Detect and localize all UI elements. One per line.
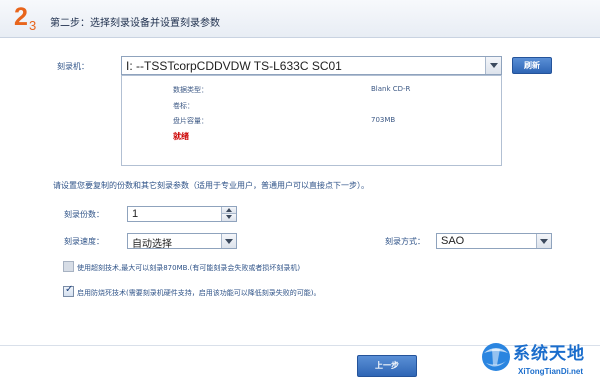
page-title: 第二步：选择刻录设备并设置刻录参数 xyxy=(50,18,220,29)
burnproof-option-text: 启用防烧死技术(需要刻录机硬件支持，启用该功能可以降低刻录失败的可能)。 xyxy=(77,289,321,297)
watermark-subtitle: XiTongTianDi.net xyxy=(518,367,584,376)
speed-select-value: 自动选择 xyxy=(132,239,172,250)
data-type-label: 数据类型： xyxy=(173,86,208,94)
method-select-value: SAO xyxy=(441,235,465,247)
copies-value: 1 xyxy=(132,208,139,220)
capacity-label: 盘片容量： xyxy=(173,117,208,125)
overburn-option-text: 使用超刻技术,最大可以刻录870MB.(有可能刻录会失败或者损坏刻录机) xyxy=(77,264,301,272)
watermark-logo: 系统天地 XiTongTianDi.net xyxy=(478,335,600,386)
globe-icon xyxy=(482,343,510,371)
volume-label-label: 卷标： xyxy=(173,102,194,110)
capacity-value: 703MB xyxy=(371,116,396,124)
burner-select[interactable]: I: --TSSTcorpCDDVDW TS-L633C SC01 xyxy=(121,56,502,75)
copies-stepper[interactable]: 1 xyxy=(127,206,237,222)
speed-select[interactable]: 自动选择 xyxy=(127,233,237,250)
burnproof-checkbox[interactable] xyxy=(63,284,74,297)
burner-select-value: I: --TSSTcorpCDDVDW TS-L633C SC01 xyxy=(126,59,342,73)
instruction-note: 请设置您要复制的份数和其它刻录参数（适用于专业用户，普通用户可以直接点下一步）。 xyxy=(53,181,369,190)
watermark-title: 系统天地 xyxy=(513,344,585,364)
chevron-down-icon[interactable] xyxy=(221,234,236,248)
step-total-number: 3 xyxy=(29,18,37,33)
data-type-value: Blank CD-R xyxy=(371,85,411,93)
decrement-icon[interactable] xyxy=(221,214,236,221)
disc-status: 就绪 xyxy=(173,132,189,141)
method-label: 刻录方式： xyxy=(385,237,425,246)
method-select[interactable]: SAO xyxy=(436,233,552,249)
increment-icon[interactable] xyxy=(221,207,236,214)
speed-label: 刻录速度： xyxy=(64,237,104,246)
refresh-button[interactable]: 刷新 xyxy=(512,57,552,74)
burner-label: 刻录机： xyxy=(57,62,89,71)
previous-button[interactable]: 上一步 xyxy=(357,355,417,377)
wizard-header: 2 3 第二步：选择刻录设备并设置刻录参数 xyxy=(0,0,600,38)
chevron-down-icon[interactable] xyxy=(536,234,551,248)
chevron-down-icon[interactable] xyxy=(485,57,501,74)
step-current-number: 2 xyxy=(14,3,28,31)
copies-label: 刻录份数： xyxy=(64,210,104,219)
disc-info-panel: 数据类型： Blank CD-R 卷标： 盘片容量： 703MB 就绪 xyxy=(121,75,502,166)
overburn-checkbox[interactable] xyxy=(63,261,74,272)
